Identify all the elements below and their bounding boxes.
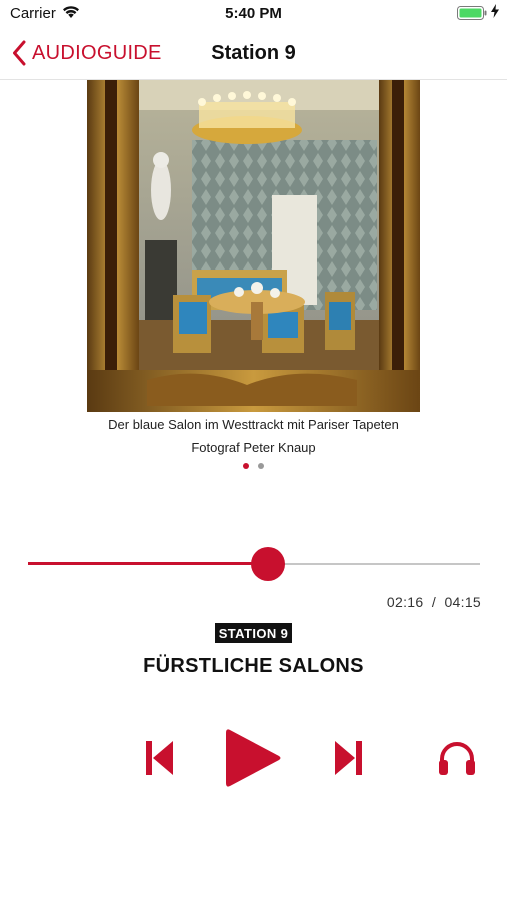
charging-bolt-icon [491, 4, 499, 18]
elapsed-time: 02:16 [386, 594, 424, 610]
clock: 5:40 PM [225, 5, 282, 22]
photographer-credit: Fotograf Peter Knaup [191, 440, 316, 455]
status-bar: Carrier 5:40 PM [0, 0, 507, 28]
salon-photo [87, 80, 420, 412]
image-caption: Der blaue Salon im Westtrackt mit Parise… [108, 417, 399, 432]
battery-icon [457, 6, 487, 20]
headphones-icon[interactable] [438, 740, 476, 776]
skip-next-icon[interactable] [334, 740, 362, 776]
progress-slider[interactable] [28, 546, 480, 582]
slider-thumb[interactable] [250, 547, 285, 581]
play-icon[interactable] [226, 727, 282, 789]
page-dot-1[interactable] [243, 463, 249, 469]
slider-progress-fill [28, 562, 268, 565]
station-badge: STATION 9 [0, 623, 507, 643]
gallery-image[interactable] [87, 80, 420, 412]
page-title: Station 9 [211, 42, 296, 64]
time-display: 02:16 / 04:15 [387, 594, 481, 610]
track-title: FÜRSTLICHE SALONS [143, 655, 364, 677]
time-separator: / [431, 594, 437, 610]
skip-previous-icon[interactable] [146, 740, 174, 776]
total-duration: 04:15 [444, 594, 481, 610]
page-indicator[interactable] [0, 463, 507, 469]
navigation-bar: AUDIOGUIDE Station 9 [0, 28, 507, 80]
station-badge-label: STATION 9 [214, 623, 293, 643]
page-dot-2[interactable] [258, 463, 264, 469]
